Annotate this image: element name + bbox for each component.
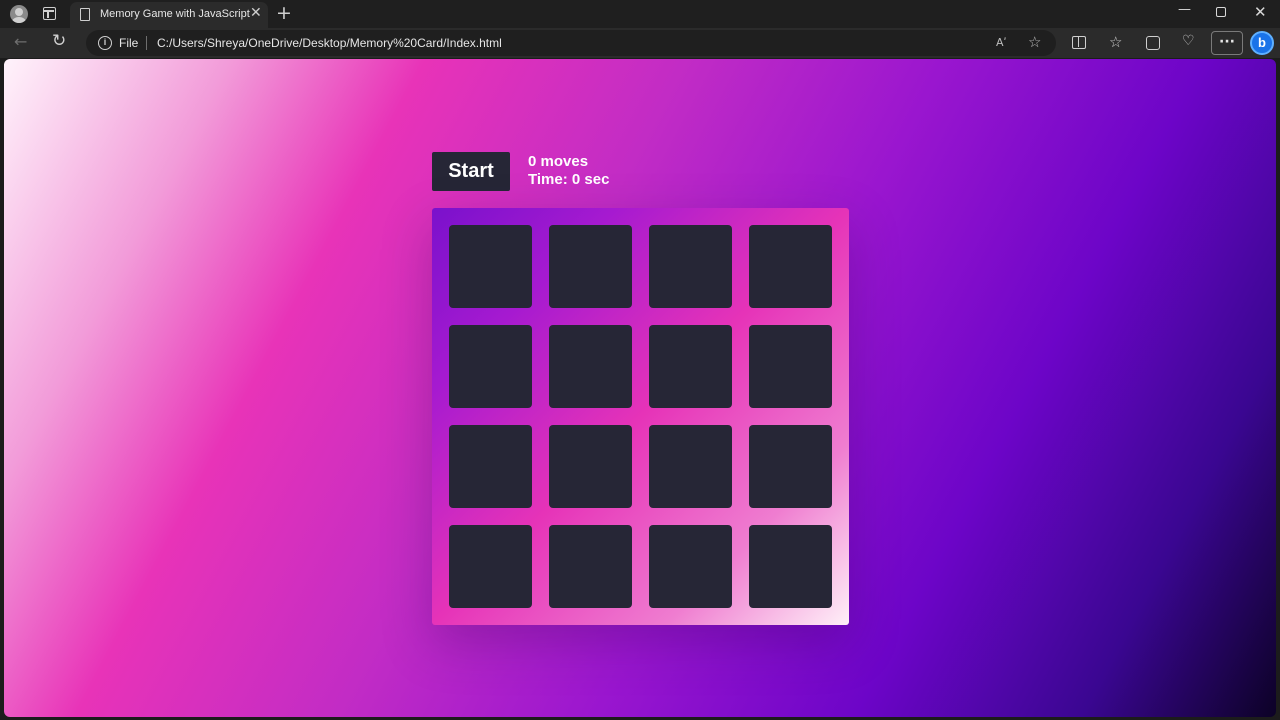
read-aloud-icon[interactable]: Aʹ [996, 36, 1007, 49]
timer-display: Time: 0 sec [528, 171, 610, 188]
bing-copilot-icon[interactable]: b [1250, 31, 1274, 55]
start-button[interactable]: Start [432, 152, 510, 191]
memory-card[interactable] [549, 225, 632, 308]
moves-counter: 0 moves [528, 153, 589, 170]
memory-card[interactable] [749, 325, 832, 408]
collections-icon[interactable] [1146, 36, 1160, 50]
game-controls: Start 0 moves Time: 0 sec [432, 152, 732, 192]
address-separator [146, 36, 147, 50]
memory-card[interactable] [649, 525, 732, 608]
minimize-button[interactable]: — [1178, 2, 1191, 17]
browser-tab[interactable]: Memory Game with JavaScript ✕ [70, 2, 268, 28]
reload-icon[interactable]: ↻ [52, 31, 66, 51]
memory-card[interactable] [449, 325, 532, 408]
file-label: File [119, 36, 139, 50]
browser-titlebar: Memory Game with JavaScript ✕ + — ✕ [0, 0, 1280, 28]
page-icon [80, 8, 90, 21]
memory-card[interactable] [549, 425, 632, 508]
address-bar[interactable]: i File C:/Users/Shreya/OneDrive/Desktop/… [86, 30, 1056, 56]
memory-card[interactable] [649, 225, 732, 308]
close-window-button[interactable]: ✕ [1254, 3, 1267, 21]
split-screen-icon[interactable] [1072, 36, 1086, 49]
memory-card[interactable] [449, 425, 532, 508]
memory-card[interactable] [649, 425, 732, 508]
memory-card[interactable] [749, 225, 832, 308]
url-text[interactable]: C:/Users/Shreya/OneDrive/Desktop/Memory%… [157, 36, 502, 50]
info-icon[interactable]: i [98, 36, 112, 50]
game-board [432, 208, 849, 625]
browser-toolbar: ← ↻ i File C:/Users/Shreya/OneDrive/Desk… [0, 28, 1280, 58]
memory-card[interactable] [749, 525, 832, 608]
browser-essentials-icon[interactable]: ♡ [1182, 33, 1195, 49]
restore-button[interactable] [1216, 7, 1226, 17]
memory-card[interactable] [749, 425, 832, 508]
favorites-icon[interactable]: ☆ [1109, 33, 1122, 51]
game-stats: 0 moves Time: 0 sec [528, 153, 609, 189]
tab-title: Memory Game with JavaScript [100, 8, 250, 20]
profile-icon[interactable] [10, 5, 28, 23]
tab-close-icon[interactable]: ✕ [250, 5, 262, 21]
page-viewport: Start 0 moves Time: 0 sec [4, 59, 1276, 717]
favorite-star-icon[interactable]: ☆ [1028, 33, 1041, 51]
memory-card[interactable] [649, 325, 732, 408]
more-icon[interactable]: ··· [1211, 31, 1243, 55]
memory-card[interactable] [449, 225, 532, 308]
tab-actions-icon[interactable] [43, 7, 56, 20]
memory-card[interactable] [449, 525, 532, 608]
memory-card[interactable] [549, 525, 632, 608]
back-icon[interactable]: ← [14, 32, 27, 51]
new-tab-button[interactable]: + [276, 2, 292, 24]
memory-card[interactable] [549, 325, 632, 408]
